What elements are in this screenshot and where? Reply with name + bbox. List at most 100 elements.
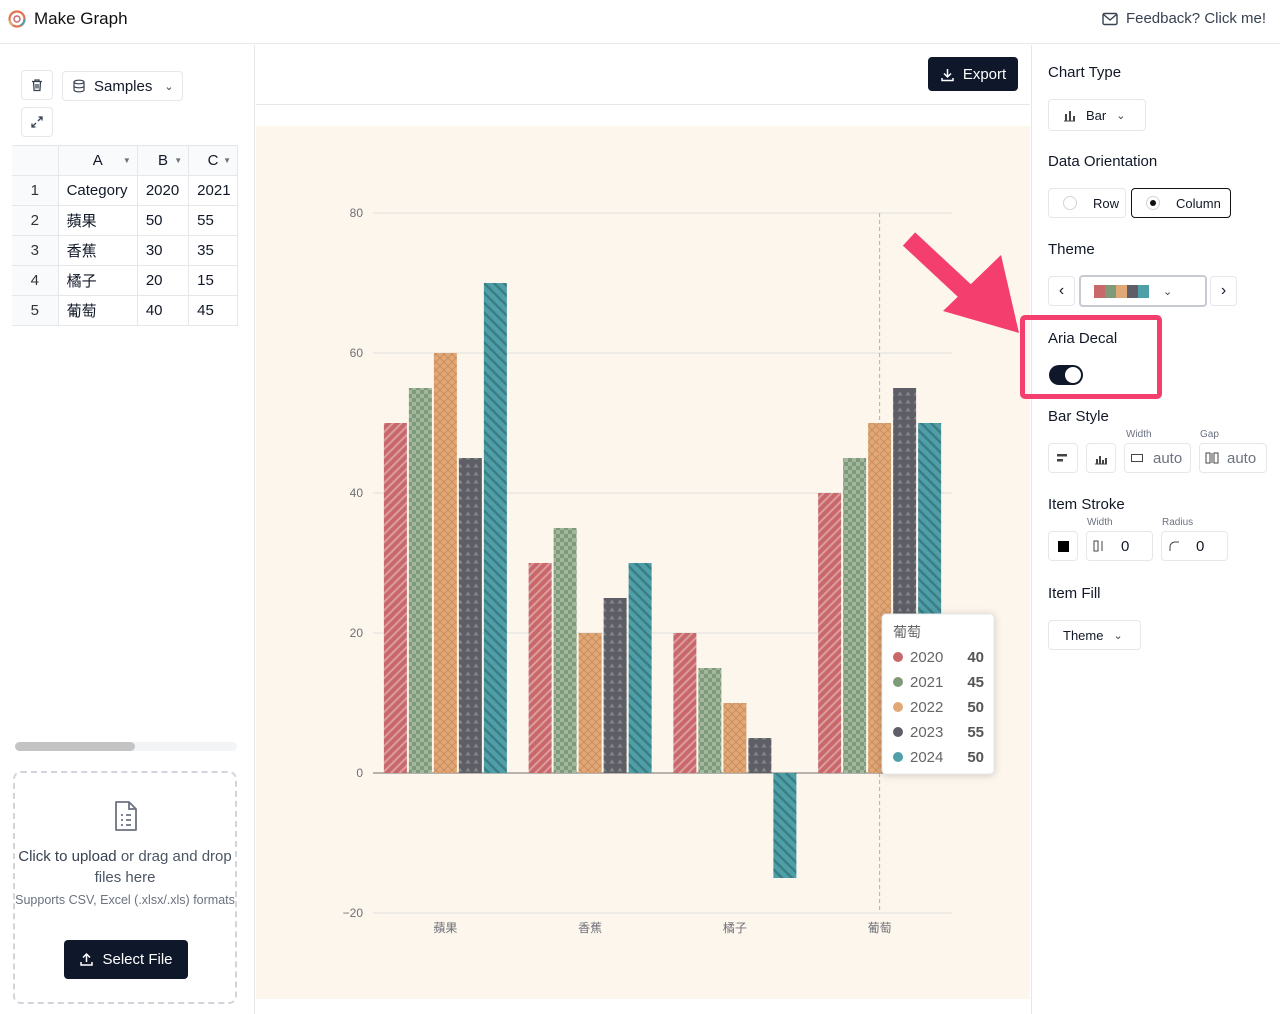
grid-cell[interactable]: 香蕉	[58, 235, 138, 266]
horizontal-scrollbar[interactable]	[15, 742, 237, 751]
bar-2024[interactable]	[773, 773, 797, 878]
grid-cell[interactable]: 40	[137, 295, 190, 326]
y-tick-label: 20	[350, 626, 364, 640]
column-header-b[interactable]: B ▼	[137, 145, 190, 176]
feedback-link[interactable]: Feedback? Click me!	[1102, 10, 1266, 27]
column-header-c[interactable]: C ▼	[188, 145, 238, 176]
grid-cell[interactable]: 35	[188, 235, 238, 266]
grid-cell[interactable]: 2020	[137, 175, 190, 206]
tooltip-series-name: 2023	[910, 724, 943, 741]
samples-dropdown[interactable]: Samples ⌄	[62, 71, 183, 101]
tooltip-series-name: 2024	[910, 749, 943, 766]
bar-grouped-button[interactable]	[1086, 443, 1116, 473]
item-fill-label: Item Fill	[1048, 585, 1101, 602]
bar-2023[interactable]	[748, 738, 772, 773]
bar-2020[interactable]	[528, 563, 552, 773]
data-grid[interactable]: A ▼ B ▼ C ▼ 1 Category 2020 2021 2 蘋果 50 55…	[12, 145, 238, 328]
x-tick-label: 葡萄	[868, 921, 892, 935]
column-header-a[interactable]: A ▼	[58, 145, 138, 176]
x-tick-label: 香蕉	[578, 921, 602, 935]
bar-2021[interactable]	[698, 668, 722, 773]
radio-row[interactable]	[1063, 196, 1077, 210]
feedback-label: Feedback? Click me!	[1125, 10, 1266, 27]
chevron-down-icon: ⌄	[1113, 629, 1123, 642]
orientation-column-option[interactable]: Column	[1131, 188, 1231, 218]
mail-icon	[1102, 12, 1118, 25]
color-swatch	[1057, 540, 1069, 552]
theme-select[interactable]: ⌄	[1079, 275, 1207, 307]
grid-cell[interactable]: 50	[137, 205, 190, 236]
item-stroke-label: Item Stroke	[1048, 496, 1125, 513]
grid-cell[interactable]: 20	[137, 265, 190, 296]
bar-2021[interactable]	[843, 458, 867, 773]
expand-button[interactable]	[21, 107, 53, 137]
settings-panel: Chart Type Bar ⌄ Data Orientation Row Co…	[902, 45, 1280, 1014]
bar-chart-icon	[1064, 110, 1075, 121]
bar-align-left-button[interactable]	[1048, 443, 1078, 473]
aria-decal-label: Aria Decal	[1048, 330, 1118, 347]
chart-type-select[interactable]: Bar ⌄	[1048, 99, 1146, 131]
grid-cell[interactable]: 葡萄	[58, 295, 138, 326]
toggle-knob	[1065, 367, 1081, 383]
grid-cell[interactable]: 15	[188, 265, 238, 296]
bar-2020[interactable]	[818, 493, 842, 773]
item-fill-select[interactable]: Theme ⌄	[1048, 620, 1141, 650]
bar-2021[interactable]	[553, 528, 577, 773]
tooltip-series-name: 2022	[910, 699, 943, 716]
radius-input[interactable]: 0	[1161, 531, 1228, 561]
samples-label: Samples	[94, 77, 153, 95]
bar-gap-input[interactable]: auto	[1199, 443, 1267, 473]
grid-cell[interactable]: 蘋果	[58, 205, 138, 236]
bar-2022[interactable]	[723, 703, 747, 773]
grid-cell[interactable]: 30	[137, 235, 190, 266]
stroke-width-input[interactable]: 0	[1086, 531, 1153, 561]
caret-down-icon: ▼	[223, 156, 231, 165]
row-number: 1	[12, 175, 59, 206]
bar-2022[interactable]	[433, 353, 457, 773]
grid-cell[interactable]: 橘子	[58, 265, 138, 296]
chevron-right-icon: ›	[1220, 282, 1227, 299]
gap-icon	[1205, 452, 1219, 464]
bar-2023[interactable]	[458, 458, 482, 773]
chart-workspace: Export −20 0 20 40 60 80 蘋果 香蕉 橘子 葡萄 葡萄 2020 40 2021…	[256, 45, 1030, 1014]
delete-button[interactable]	[21, 70, 53, 100]
grid-cell[interactable]: Category	[58, 175, 138, 206]
data-orientation-label: Data Orientation	[1048, 153, 1158, 170]
bar-2021[interactable]	[408, 388, 432, 773]
table-row: 4 橘子 20 15	[12, 265, 238, 296]
tooltip-marker	[893, 677, 903, 687]
theme-color-swatch	[1105, 284, 1116, 298]
orientation-row-option[interactable]: Row	[1048, 188, 1126, 218]
radio-column[interactable]	[1146, 196, 1160, 210]
caret-down-icon: ▼	[122, 156, 131, 165]
theme-next-button[interactable]: ›	[1210, 276, 1237, 306]
bar-2023[interactable]	[603, 598, 627, 773]
chevron-down-icon: ⌄	[1163, 285, 1173, 298]
bar-2022[interactable]	[578, 633, 602, 773]
file-dropzone[interactable]: Click to upload or drag and drop files h…	[13, 771, 237, 1004]
theme-prev-button[interactable]: ‹	[1048, 276, 1075, 306]
scrollbar-thumb[interactable]	[15, 742, 135, 751]
select-file-button[interactable]: Select File	[64, 940, 188, 979]
bar-width-input[interactable]: auto	[1124, 443, 1191, 473]
database-icon	[73, 79, 85, 93]
chevron-left-icon: ‹	[1058, 282, 1065, 299]
stroke-color-button[interactable]	[1048, 531, 1078, 561]
tooltip-value: 55	[967, 724, 984, 741]
grouped-bars-icon	[1095, 455, 1107, 464]
bar-2020[interactable]	[383, 423, 407, 773]
grid-cell[interactable]: 55	[188, 205, 238, 236]
x-tick-label: 橘子	[723, 920, 747, 935]
bar-2024[interactable]	[483, 283, 507, 773]
table-row: 1 Category 2020 2021	[12, 175, 238, 206]
aria-decal-toggle[interactable]	[1049, 365, 1083, 385]
bar-2020[interactable]	[673, 633, 697, 773]
trash-icon	[32, 79, 42, 92]
bar-width-label: Width	[1126, 429, 1152, 440]
upload-icon	[80, 952, 94, 966]
bar-2024[interactable]	[628, 563, 652, 773]
grid-cell[interactable]: 45	[188, 295, 238, 326]
grid-cell[interactable]: 2021	[188, 175, 238, 206]
export-button[interactable]: Export	[928, 57, 1018, 91]
row-number: 2	[12, 205, 59, 236]
